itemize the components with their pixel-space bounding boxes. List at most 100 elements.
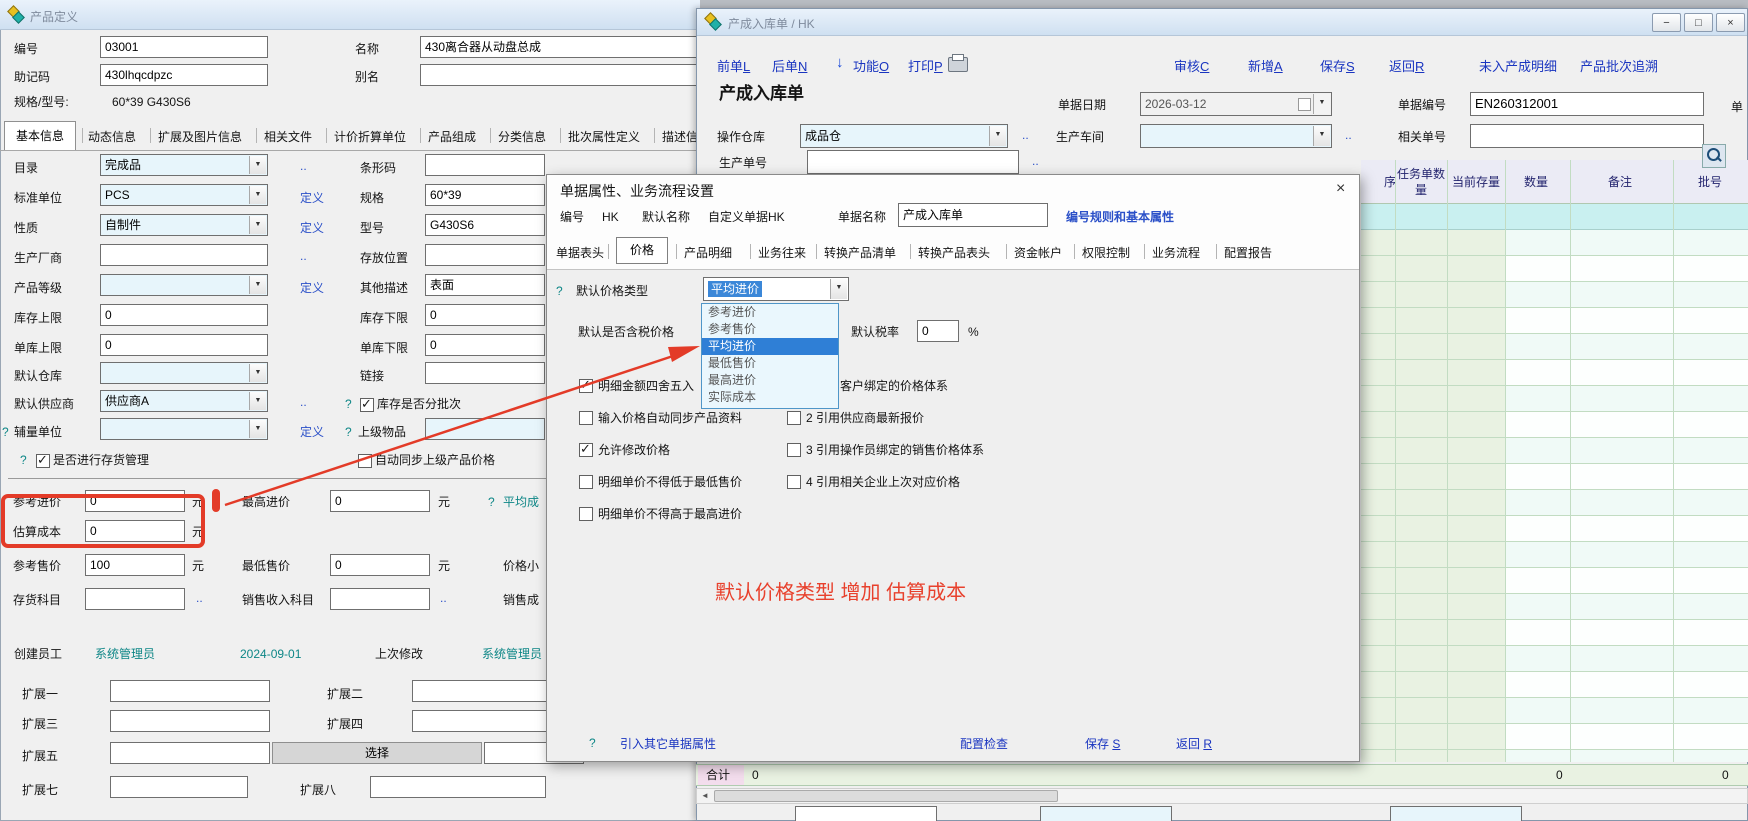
dropdown-option-selected[interactable]: 平均进价 (702, 338, 838, 355)
dropdown-arrow-icon[interactable] (249, 364, 266, 382)
tab-price-conversion-unit[interactable]: 计价折算单位 (334, 128, 406, 145)
inventory-account-input[interactable] (85, 588, 185, 610)
supplier-quote-checkbox[interactable] (787, 411, 801, 425)
toolbar-function-button[interactable]: 功能O (853, 56, 889, 75)
grade-combo[interactable] (100, 274, 268, 296)
modal-save-button[interactable]: 保存 S (1085, 735, 1120, 752)
other-desc-input[interactable]: 表面 (425, 274, 545, 296)
config-check-link[interactable]: 配置检查 (960, 735, 1008, 752)
dropdown-option[interactable]: 最高进价 (702, 372, 838, 389)
toolbar-prev-button[interactable]: 前单L (717, 56, 750, 75)
modal-tab-business[interactable]: 业务往来 (758, 244, 806, 261)
link-input[interactable] (425, 362, 545, 384)
workshop-combo[interactable] (1140, 124, 1332, 148)
tab-dynamic-info[interactable]: 动态信息 (88, 128, 136, 145)
stock-batch-checkbox[interactable] (360, 398, 374, 412)
side-tab-label[interactable]: 单 (1731, 99, 1743, 115)
workshop-ellipsis-button[interactable]: .. (1345, 127, 1352, 143)
nature-combo[interactable]: 自制件 (100, 214, 268, 236)
modal-tab-workflow[interactable]: 业务流程 (1152, 244, 1200, 261)
bottom-row-field[interactable] (795, 806, 937, 821)
dropdown-option[interactable]: 参考进价 (702, 304, 838, 321)
dropdown-option[interactable]: 最低售价 (702, 355, 838, 372)
dropdown-option[interactable]: 实际成本 (702, 389, 838, 406)
tab-product-composition[interactable]: 产品组成 (428, 128, 476, 145)
sales-account-ellipsis-button[interactable]: .. (440, 590, 447, 606)
tab-basic-info[interactable]: 基本信息 (4, 121, 76, 150)
location-input[interactable] (425, 244, 545, 266)
sync-parent-price-checkbox[interactable] (358, 454, 372, 468)
ext3-input[interactable] (110, 710, 270, 732)
toolbar-batch-trace-link[interactable]: 产品批次追溯 (1580, 56, 1658, 75)
modal-doc-name-input[interactable]: 产成入库单 (898, 203, 1048, 227)
op-warehouse-combo[interactable]: 成品仓 (800, 124, 1008, 148)
manufacturer-ellipsis-button[interactable]: .. (300, 248, 307, 264)
round-amount-checkbox[interactable] (579, 379, 593, 393)
table-right-columns[interactable] (1505, 204, 1748, 762)
inventory-mgmt-checkbox[interactable] (36, 454, 50, 468)
modal-tab-fund-account[interactable]: 资金帐户 (1014, 244, 1062, 261)
alias-input[interactable] (420, 64, 698, 86)
barcode-input[interactable] (425, 154, 545, 176)
bottom-row-field[interactable] (1040, 806, 1172, 821)
tab-batch-attribute[interactable]: 批次属性定义 (568, 128, 640, 145)
dropdown-arrow-icon[interactable] (249, 392, 266, 410)
modal-tab-convert-list[interactable]: 转换产品清单 (824, 244, 896, 261)
scrollbar-thumb[interactable] (714, 790, 1058, 802)
max-purchase-limit-checkbox[interactable] (579, 507, 593, 521)
modal-tab-permission[interactable]: 权限控制 (1082, 244, 1130, 261)
product-window-titlebar[interactable] (0, 0, 700, 30)
avg-cost-link-fragment[interactable]: 平均成 (503, 494, 539, 510)
modal-tab-product-detail[interactable]: 产品明细 (684, 244, 732, 261)
sales-income-account-input[interactable] (330, 588, 430, 610)
maximize-icon[interactable]: □ (1684, 13, 1713, 32)
toolbar-audit-button[interactable]: 审核C (1174, 56, 1209, 75)
printer-icon[interactable] (948, 57, 968, 72)
toolbar-add-button[interactable]: 新增A (1248, 56, 1283, 75)
scrollbar-left-arrow-icon[interactable]: ◄ (698, 790, 712, 802)
max-purchase-price-input[interactable]: 0 (330, 490, 430, 512)
modal-tab-convert-header[interactable]: 转换产品表头 (918, 244, 990, 261)
import-doc-attrs-link[interactable]: 引入其它单据属性 (620, 735, 716, 752)
stock-min-input[interactable]: 0 (425, 304, 545, 326)
related-company-price-checkbox[interactable] (787, 475, 801, 489)
doc-no-input[interactable]: EN260312001 (1470, 92, 1704, 116)
dropdown-arrow-icon[interactable] (249, 276, 266, 294)
product-name-input[interactable]: 430离合器从动盘总成 (420, 36, 698, 58)
close-icon[interactable]: × (1716, 13, 1745, 32)
nature-define-link[interactable]: 定义 (300, 220, 324, 236)
default-supplier-combo[interactable]: 供应商A (100, 390, 268, 412)
stock-max-input[interactable]: 0 (100, 304, 268, 326)
tab-extend-picture[interactable]: 扩展及图片信息 (158, 128, 242, 145)
ext7-input[interactable] (110, 776, 248, 798)
tab-related-files[interactable]: 相关文件 (264, 128, 312, 145)
allow-modify-price-checkbox[interactable] (579, 443, 593, 457)
ref-sell-price-input[interactable]: 100 (85, 554, 185, 576)
std-unit-combo[interactable]: PCS (100, 184, 268, 206)
parent-item-combo[interactable] (425, 418, 545, 440)
default-warehouse-combo[interactable] (100, 362, 268, 384)
dropdown-arrow-icon[interactable] (249, 216, 266, 234)
modal-close-icon[interactable]: × (1336, 180, 1345, 198)
toolbar-print-button[interactable]: 打印P (908, 56, 943, 75)
product-no-input[interactable]: 03001 (100, 36, 268, 58)
table-active-row[interactable] (1361, 204, 1748, 230)
toolbar-next-button[interactable]: 后单N (772, 56, 807, 75)
mnemonic-input[interactable]: 430lhqcdpzc (100, 64, 268, 86)
price-type-combo[interactable]: 平均进价 (703, 277, 849, 301)
modal-tab-config-report[interactable]: 配置报告 (1224, 244, 1272, 261)
sync-product-price-checkbox[interactable] (579, 411, 593, 425)
catalog-ellipsis-button[interactable]: .. (300, 158, 307, 174)
min-sell-limit-checkbox[interactable] (579, 475, 593, 489)
dropdown-arrow-icon[interactable] (249, 420, 266, 438)
catalog-combo[interactable]: 完成品 (100, 154, 268, 176)
related-doc-input[interactable] (1470, 124, 1704, 148)
doc-date-field[interactable]: 2026-03-12 (1140, 92, 1332, 116)
ext5-input[interactable] (110, 742, 270, 764)
toolbar-pending-detail-link[interactable]: 未入产成明细 (1479, 56, 1557, 75)
aux-unit-define-link[interactable]: 定义 (300, 424, 324, 440)
dropdown-arrow-icon[interactable] (830, 279, 847, 299)
modal-tab-doc-header[interactable]: 单据表头 (556, 244, 604, 261)
dropdown-option[interactable]: 参考售价 (702, 321, 838, 338)
spec-input[interactable]: 60*39 (425, 184, 545, 206)
